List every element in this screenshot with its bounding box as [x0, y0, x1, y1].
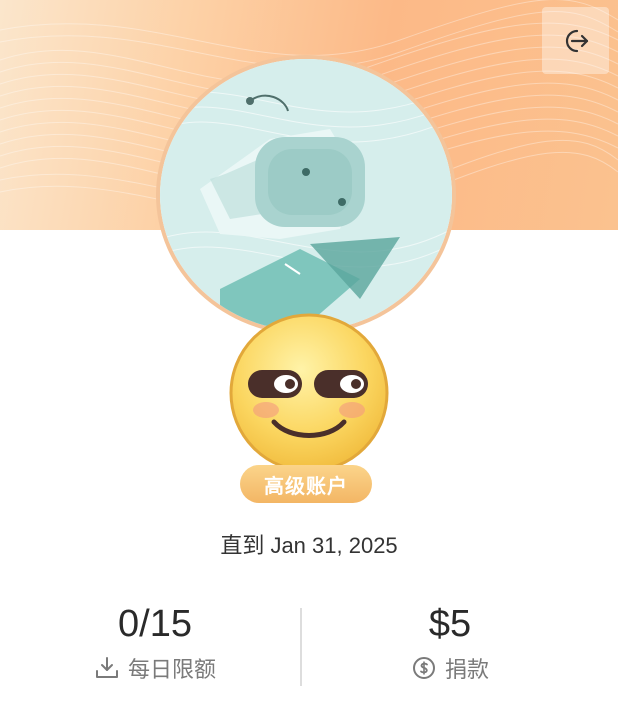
tier-emoji [228, 312, 390, 474]
donation-value: $5 [428, 603, 472, 645]
robot-reading-avatar-icon [160, 59, 452, 331]
stats-row: 0/15 每日限额 $5 捐款 [0, 600, 618, 700]
subscription-expiry: 直到 Jan 31, 2025 [220, 533, 398, 558]
daily-limit-label: 每日限额 [127, 657, 216, 682]
daily-limit-label-row: 每日限额 [5, 652, 305, 684]
logout-icon [565, 29, 588, 52]
donation-label-row: 捐款 [300, 652, 600, 684]
daily-limit-value: 0/15 [118, 603, 192, 645]
download-icon [95, 657, 118, 678]
donation-label: 捐款 [444, 657, 489, 682]
smirking-face-emoji-icon [229, 313, 389, 473]
daily-limit-stat[interactable]: 0/15 每日限额 [5, 600, 305, 684]
user-avatar[interactable] [160, 59, 452, 331]
account-tier-badge: 高级账户 [240, 465, 372, 503]
dollar-circle-icon [412, 657, 435, 679]
donation-stat[interactable]: $5 捐款 [300, 600, 600, 684]
logout-button[interactable] [542, 7, 609, 74]
